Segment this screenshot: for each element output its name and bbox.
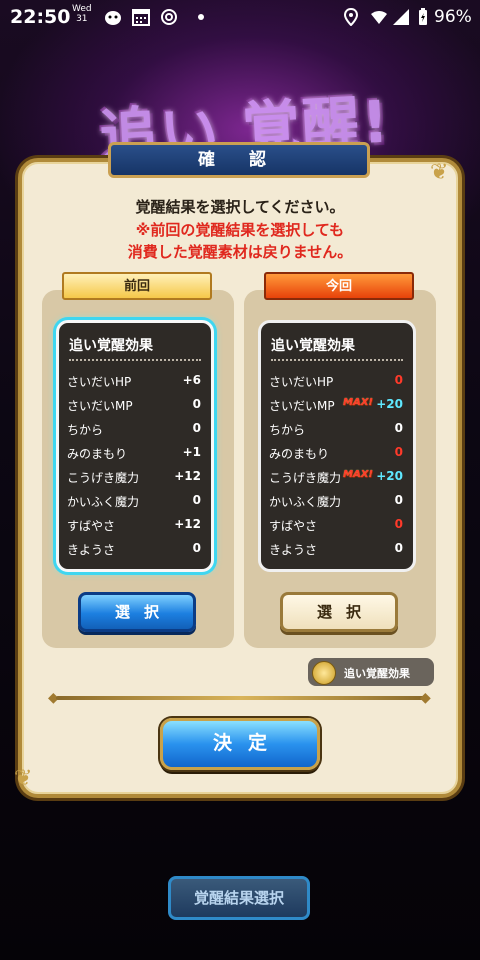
stat-value: 0 — [394, 541, 403, 555]
select-previous-button[interactable]: 選択 — [78, 592, 196, 632]
corner-ornament-icon: ❦ — [14, 766, 33, 791]
stat-row: みのまもり 0 — [269, 445, 403, 467]
stat-row: こうげき魔力 +12 — [67, 469, 201, 491]
stat-value: +20 — [376, 397, 403, 411]
stat-row: かいふく魔力 0 — [67, 493, 201, 515]
stat-value: +6 — [182, 373, 201, 387]
stat-value: 0 — [394, 445, 403, 459]
select-current-button[interactable]: 選択 — [280, 592, 398, 632]
dialog-warning-line1: ※前回の覚醒結果を選択しても — [135, 221, 345, 239]
stat-label: きようさ — [269, 543, 318, 557]
divider-end-icon: ◆ — [420, 690, 431, 706]
sync-icon — [161, 9, 177, 25]
stat-value: +12 — [174, 517, 201, 531]
signal-icon — [393, 9, 409, 25]
stat-row: ちから 0 — [269, 421, 403, 443]
stat-label: すばやさ — [269, 519, 318, 533]
stat-label: かいふく魔力 — [67, 495, 140, 509]
stat-label: すばやさ — [67, 519, 116, 533]
stat-label: こうげき魔力 — [67, 471, 140, 485]
previous-result-card[interactable]: 追い覚醒効果 さいだいHP +6 さいだいMP 0 ちから 0 みのまもり +1 こうげ… — [56, 320, 214, 572]
divider — [69, 359, 201, 361]
awaken-result-select-button[interactable]: 覚醒結果選択 — [168, 876, 310, 920]
location-icon — [343, 8, 359, 26]
max-badge: MAX! — [343, 397, 373, 408]
status-time: 22:50 — [10, 6, 71, 28]
legend-label: 追い覚醒効果 — [344, 667, 410, 680]
status-date: Wed 31 — [72, 4, 92, 24]
stat-label: ちから — [269, 423, 306, 437]
stat-row: こうげき魔力 MAX! +20 — [269, 469, 403, 491]
stat-row: すばやさ 0 — [269, 517, 403, 539]
dialog-warning-line2: 消費した覚醒素材は戻りません。 — [127, 243, 353, 261]
card-title: 追い覚醒効果 — [69, 338, 153, 354]
previous-ribbon: 前回 — [62, 272, 212, 300]
stat-value: 0 — [192, 421, 201, 435]
stat-row: きようさ 0 — [67, 541, 201, 563]
decide-button[interactable]: 決定 — [160, 718, 320, 770]
stat-value: 0 — [394, 493, 403, 507]
stat-label: さいだいMP — [269, 399, 335, 413]
stat-value: 0 — [394, 421, 403, 435]
battery-icon — [419, 8, 427, 25]
stat-row: きようさ 0 — [269, 541, 403, 563]
ornament-divider — [56, 696, 426, 700]
stat-row: かいふく魔力 0 — [269, 493, 403, 515]
stat-value: 0 — [394, 517, 403, 531]
calendar-icon — [132, 9, 150, 26]
stat-label: みのまもり — [269, 447, 330, 461]
current-ribbon: 今回 — [264, 272, 414, 300]
card-title: 追い覚醒効果 — [271, 338, 355, 354]
stat-row: さいだいHP 0 — [269, 373, 403, 395]
stat-label: みのまもり — [67, 447, 128, 461]
stat-value: 0 — [192, 493, 201, 507]
stat-value: 0 — [192, 541, 201, 555]
stat-value: +1 — [182, 445, 201, 459]
stat-value: 0 — [192, 397, 201, 411]
dialog-title: 確 認 — [108, 142, 370, 178]
battery-percent: 96% — [434, 7, 472, 27]
stat-label: きようさ — [67, 543, 116, 557]
stat-row: さいだいHP +6 — [67, 373, 201, 395]
max-badge: MAX! — [343, 469, 373, 480]
stat-value: +12 — [174, 469, 201, 483]
stat-row: ちから 0 — [67, 421, 201, 443]
stat-label: こうげき魔力 — [269, 471, 342, 485]
stat-label: さいだいMP — [67, 399, 133, 413]
stat-label: さいだいHP — [269, 375, 334, 389]
stat-label: かいふく魔力 — [269, 495, 342, 509]
stat-row: さいだいMP MAX! +20 — [269, 397, 403, 419]
status-bar: 22:50 Wed 31 96% — [0, 0, 480, 34]
swirl-icon — [312, 661, 336, 685]
stat-row: さいだいMP 0 — [67, 397, 201, 419]
legend-toggle[interactable]: 追い覚醒効果 — [308, 658, 434, 686]
stat-row: すばやさ +12 — [67, 517, 201, 539]
current-result-card[interactable]: 追い覚醒効果 さいだいHP 0 さいだいMP MAX! +20 ちから 0 みのまもり 0… — [258, 320, 416, 572]
game-app-icon — [105, 11, 121, 25]
wifi-icon — [371, 11, 387, 24]
stat-row: みのまもり +1 — [67, 445, 201, 467]
status-date-day: Wed — [72, 4, 92, 14]
stat-value: +20 — [376, 469, 403, 483]
stat-value: 0 — [394, 373, 403, 387]
stat-label: ちから — [67, 423, 104, 437]
corner-ornament-icon: ❦ — [430, 160, 449, 185]
dot-icon — [198, 14, 204, 20]
dialog-message: 覚醒結果を選択してください。 — [135, 198, 345, 216]
divider — [271, 359, 403, 361]
status-date-num: 31 — [76, 14, 88, 24]
stat-label: さいだいHP — [67, 375, 132, 389]
